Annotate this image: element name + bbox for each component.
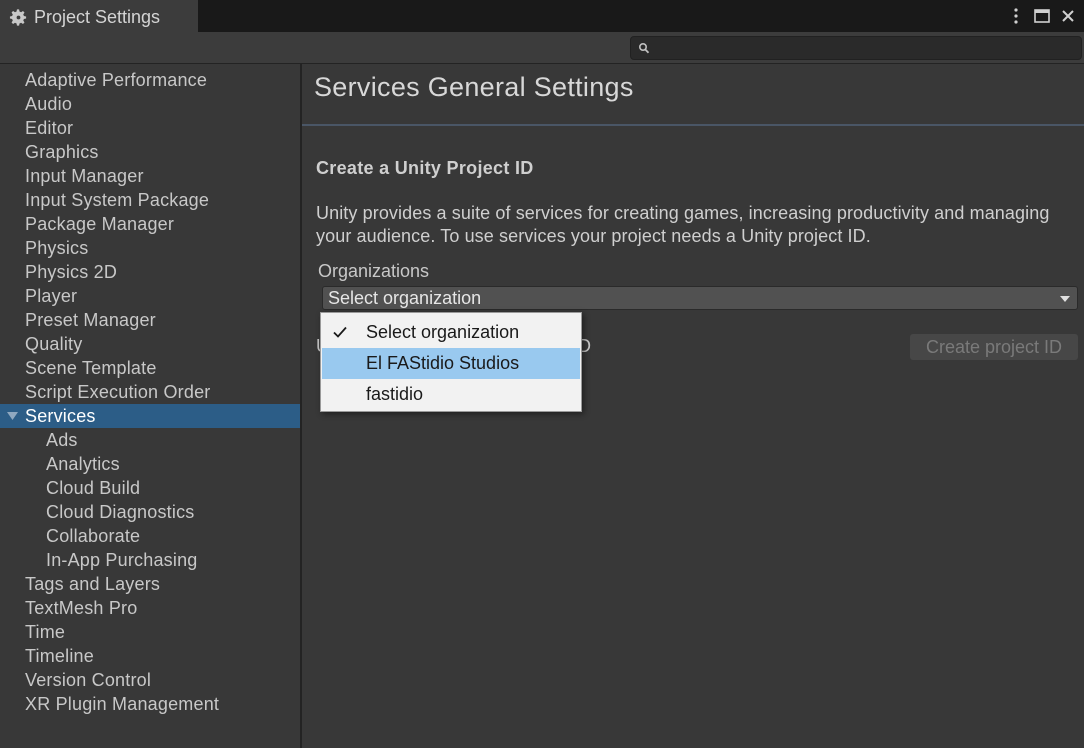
dropdown-option-highlighted[interactable]: El FAStidio Studios — [322, 348, 580, 379]
sidebar-item-label: Preset Manager — [25, 310, 156, 330]
sidebar-item-cloud-diagnostics[interactable]: Cloud Diagnostics — [0, 500, 300, 524]
sidebar-item-services[interactable]: Services — [0, 404, 300, 428]
description-text: Unity provides a suite of services for c… — [316, 203, 1050, 246]
tab-title: Project Settings — [34, 6, 161, 27]
sidebar-item-label: Version Control — [25, 670, 152, 690]
organization-select-value: Select organization — [328, 288, 482, 308]
sidebar-item-ads[interactable]: Ads — [0, 428, 300, 452]
sidebar-item-label: Cloud Build — [46, 478, 141, 498]
sidebar-item-label: Player — [25, 286, 78, 306]
settings-sidebar: Adaptive Performance Audio Editor Graphics I… — [0, 64, 300, 748]
foldout-arrow-icon[interactable] — [6, 404, 20, 428]
section-title: Create a Unity Project ID — [316, 158, 534, 178]
sidebar-item-player[interactable]: Player — [0, 284, 300, 308]
sidebar-item-analytics[interactable]: Analytics — [0, 452, 300, 476]
close-icon[interactable] — [1060, 6, 1076, 26]
sidebar-item-editor[interactable]: Editor — [0, 116, 300, 140]
sidebar-item-input-system-package[interactable]: Input System Package — [0, 188, 300, 212]
sidebar-item-label: Tags and Layers — [25, 574, 161, 594]
sidebar-item-label: Quality — [25, 334, 83, 354]
sidebar-item-label: Collaborate — [46, 526, 141, 546]
title-bar: Project Settings — [0, 0, 1084, 32]
sidebar-item-label: XR Plugin Management — [25, 694, 220, 714]
sidebar-item-timeline[interactable]: Timeline — [0, 644, 300, 668]
toolbar — [0, 32, 1084, 64]
sidebar-item-version-control[interactable]: Version Control — [0, 668, 300, 692]
sidebar-item-xr-plugin-management[interactable]: XR Plugin Management — [0, 692, 300, 716]
sidebar-item-label: Scene Template — [25, 358, 157, 378]
search-input[interactable] — [630, 36, 1082, 60]
sidebar-item-label: TextMesh Pro — [25, 598, 138, 618]
sidebar-item-physics-2d[interactable]: Physics 2D — [0, 260, 300, 284]
dropdown-option[interactable]: fastidio — [322, 379, 580, 410]
gear-icon — [9, 8, 27, 26]
organization-select[interactable]: Select organization — [322, 286, 1078, 310]
dropdown-option[interactable]: Select organization — [322, 317, 580, 348]
dropdown-option-label: Select organization — [366, 322, 520, 342]
sidebar-item-label: Physics — [25, 238, 89, 258]
sidebar-item-label: Adaptive Performance — [25, 70, 208, 90]
dropdown-option-label: fastidio — [366, 384, 424, 404]
sidebar-item-label: Physics 2D — [25, 262, 118, 282]
sidebar-item-tags-and-layers[interactable]: Tags and Layers — [0, 572, 300, 596]
organization-dropdown-menu: Select organization El FAStidio Studios … — [320, 312, 582, 412]
sidebar-item-scene-template[interactable]: Scene Template — [0, 356, 300, 380]
sidebar-item-adaptive-performance[interactable]: Adaptive Performance — [0, 68, 300, 92]
sidebar-item-label: Cloud Diagnostics — [46, 502, 195, 522]
sidebar-item-preset-manager[interactable]: Preset Manager — [0, 308, 300, 332]
title-divider — [302, 124, 1084, 126]
chevron-down-icon — [1060, 296, 1070, 302]
sidebar-item-label: Input Manager — [25, 166, 144, 186]
window-controls — [1008, 4, 1076, 28]
create-project-id-button[interactable]: Create project ID — [910, 334, 1078, 360]
sidebar-item-label: Ads — [46, 430, 78, 450]
sidebar-item-package-manager[interactable]: Package Manager — [0, 212, 300, 236]
sidebar-item-label: Package Manager — [25, 214, 175, 234]
organizations-label: Organizations — [318, 261, 430, 281]
project-settings-tab[interactable]: Project Settings — [0, 0, 198, 32]
page-title: Services General Settings — [314, 72, 634, 102]
sidebar-item-time[interactable]: Time — [0, 620, 300, 644]
sidebar-item-label: In-App Purchasing — [46, 550, 198, 570]
sidebar-item-label: Graphics — [25, 142, 99, 162]
sidebar-item-label: Timeline — [25, 646, 94, 666]
sidebar-item-in-app-purchasing[interactable]: In-App Purchasing — [0, 548, 300, 572]
sidebar-item-label: Analytics — [46, 454, 120, 474]
sidebar-item-label: Services — [25, 406, 96, 426]
sidebar-item-label: Editor — [25, 118, 74, 138]
sidebar-item-label: Audio — [25, 94, 73, 114]
sidebar-item-audio[interactable]: Audio — [0, 92, 300, 116]
maximize-icon[interactable] — [1034, 6, 1050, 26]
search-icon — [638, 42, 650, 54]
dropdown-option-label: El FAStidio Studios — [366, 353, 520, 373]
sidebar-item-physics[interactable]: Physics — [0, 236, 300, 260]
sidebar-item-graphics[interactable]: Graphics — [0, 140, 300, 164]
sidebar-item-collaborate[interactable]: Collaborate — [0, 524, 300, 548]
sidebar-item-input-manager[interactable]: Input Manager — [0, 164, 300, 188]
sidebar-item-label: Input System Package — [25, 190, 210, 210]
sidebar-item-cloud-build[interactable]: Cloud Build — [0, 476, 300, 500]
checkmark-icon — [333, 326, 347, 338]
sidebar-item-script-execution-order[interactable]: Script Execution Order — [0, 380, 300, 404]
sidebar-item-label: Script Execution Order — [25, 382, 211, 402]
sidebar-item-quality[interactable]: Quality — [0, 332, 300, 356]
sidebar-item-textmesh-pro[interactable]: TextMesh Pro — [0, 596, 300, 620]
kebab-menu-icon[interactable] — [1008, 6, 1024, 26]
sidebar-item-label: Time — [25, 622, 66, 642]
